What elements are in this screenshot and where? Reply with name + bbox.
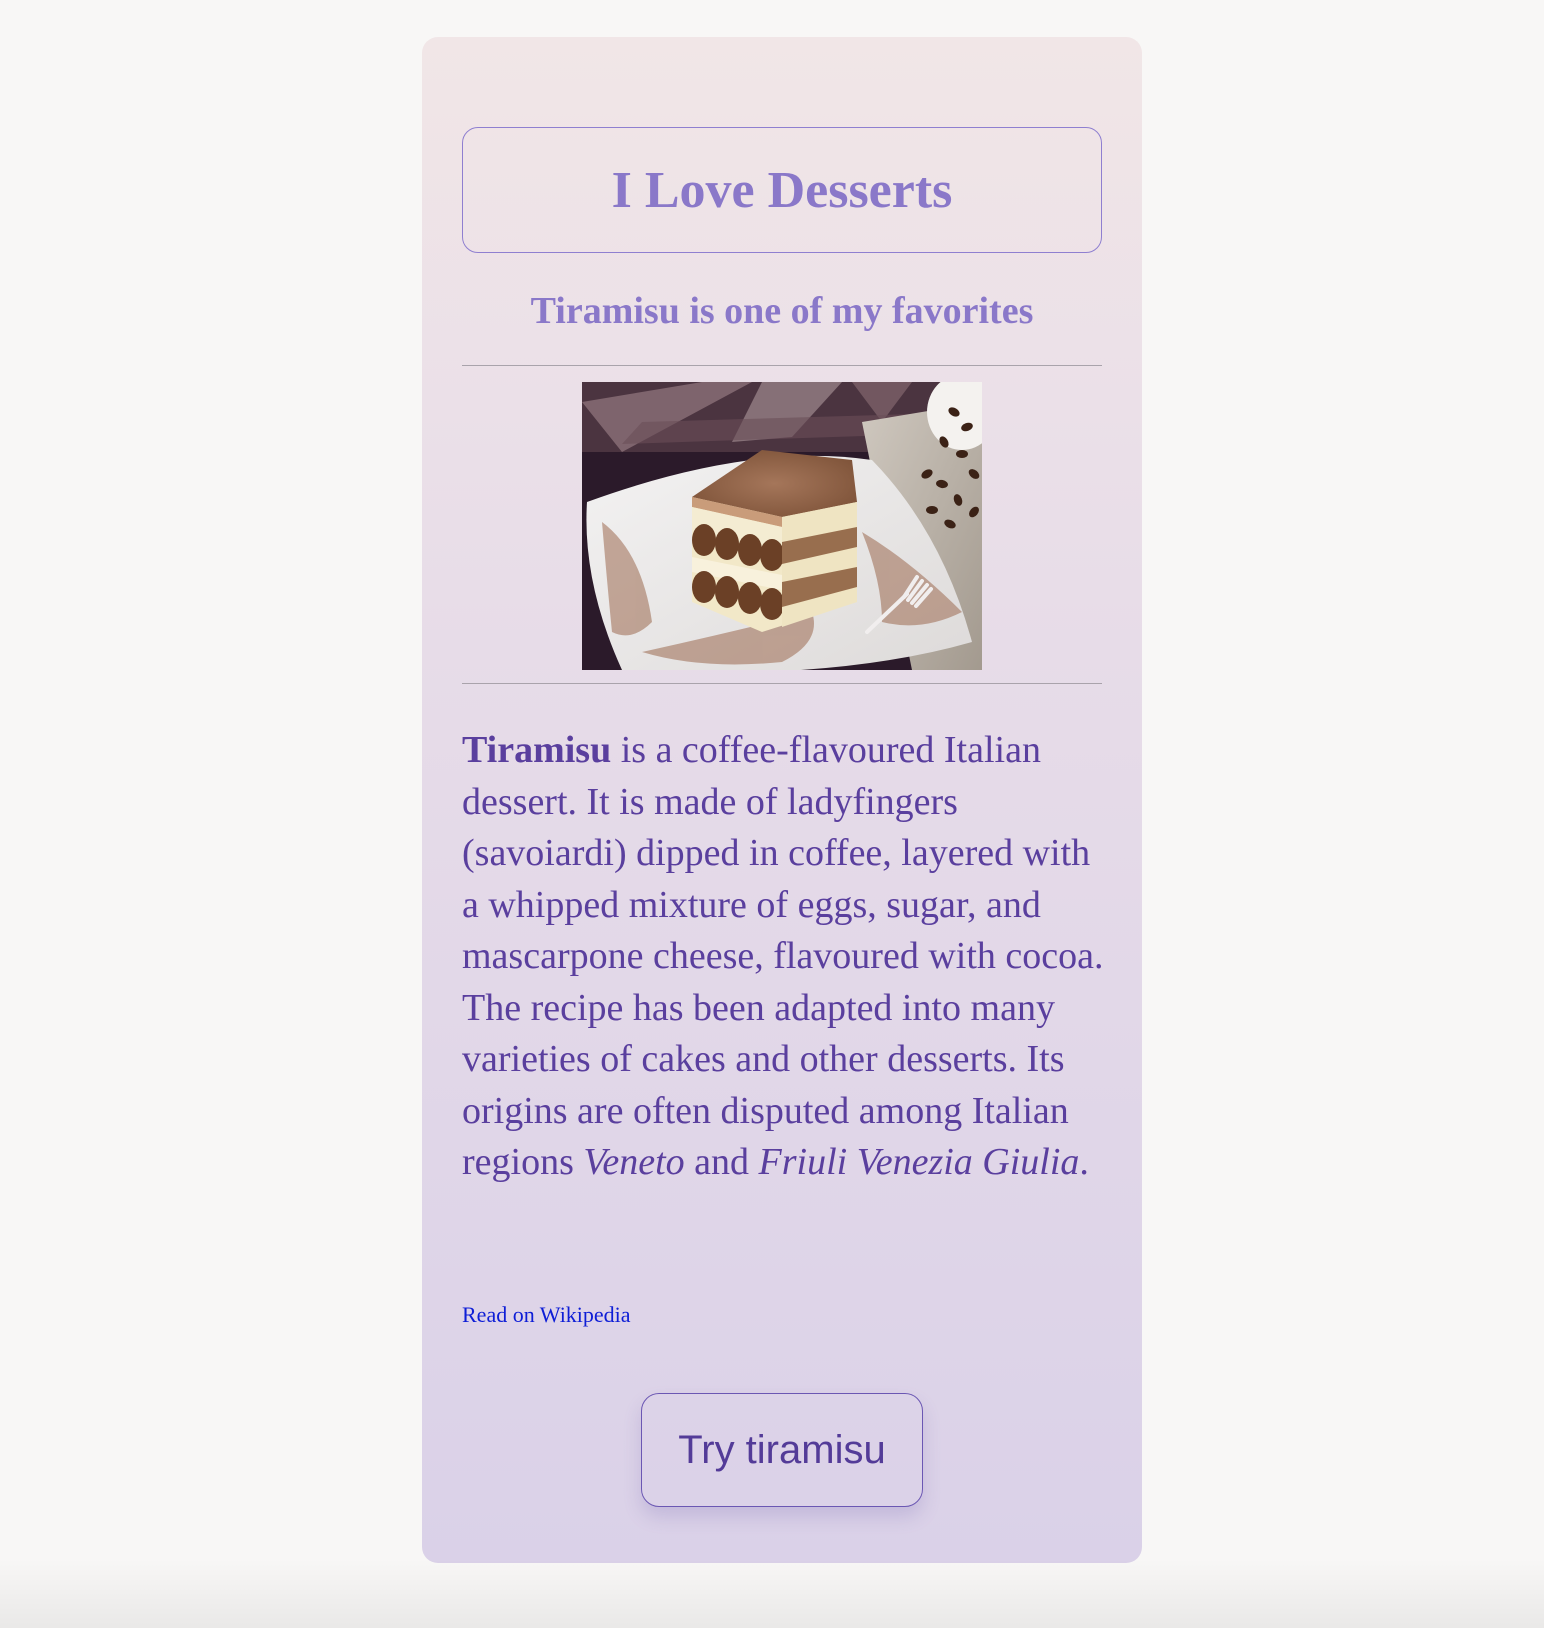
- description-connector: and: [684, 1141, 759, 1183]
- try-tiramisu-button[interactable]: Try tiramisu: [641, 1393, 923, 1507]
- description-text: is a coffee-flavoured Italian dessert. I…: [462, 729, 1104, 1183]
- dessert-card: I Love Desserts Tiramisu is one of my fa…: [422, 37, 1142, 1563]
- dessert-name: Tiramisu: [462, 729, 612, 771]
- bottom-shade: [0, 1558, 1544, 1628]
- top-divider: [462, 365, 1102, 366]
- wikipedia-link[interactable]: Read on Wikipedia: [462, 1302, 631, 1328]
- region-friuli: Friuli Venezia Giulia: [758, 1141, 1080, 1183]
- description: Tiramisu is a coffee-flavoured Italian d…: [462, 725, 1112, 1189]
- page-title: I Love Desserts: [611, 161, 953, 219]
- tiramisu-image: [582, 382, 982, 670]
- bottom-divider: [462, 683, 1102, 684]
- subtitle: Tiramisu is one of my favorites: [530, 290, 1034, 332]
- title-box: I Love Desserts: [462, 127, 1102, 253]
- description-ending: .: [1079, 1141, 1089, 1183]
- region-veneto: Veneto: [583, 1141, 685, 1183]
